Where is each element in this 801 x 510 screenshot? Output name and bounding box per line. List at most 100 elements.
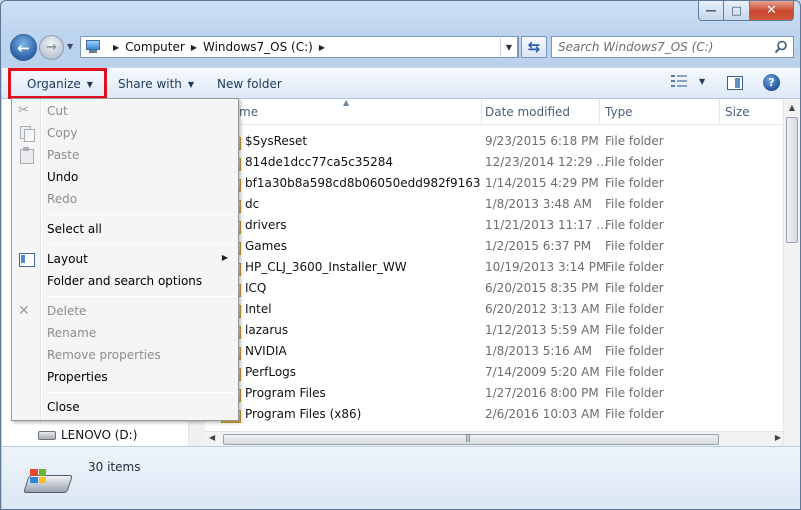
menu-item-remove-properties[interactable]: Remove properties bbox=[12, 344, 238, 366]
submenu-arrow-icon: ▶ bbox=[221, 253, 228, 262]
help-icon: ? bbox=[768, 76, 775, 89]
column-divider[interactable] bbox=[481, 99, 482, 124]
menu-item-copy[interactable]: Copy bbox=[12, 122, 238, 144]
column-header-date-modified[interactable]: Date modified bbox=[485, 105, 570, 119]
table-row[interactable]: NVIDIA 1/8/2013 5:16 AM File folder bbox=[205, 341, 783, 362]
address-history-dropdown[interactable]: ▼ bbox=[500, 36, 518, 58]
menu-item-select-all[interactable]: Select all bbox=[12, 218, 238, 240]
navpane-item-lenovo-d[interactable]: LENOVO (D:) bbox=[38, 428, 137, 442]
table-row[interactable]: HP_CLJ_3600_Installer_WW 10/19/2013 3:14 … bbox=[205, 257, 783, 278]
menu-item-folder-and-search-options[interactable]: Folder and search options bbox=[12, 270, 238, 292]
menu-item-properties[interactable]: Properties bbox=[12, 366, 238, 388]
column-header-size[interactable]: Size bbox=[725, 105, 750, 119]
maximize-button[interactable]: □ bbox=[724, 1, 750, 21]
file-type: File folder bbox=[605, 197, 664, 211]
file-type: File folder bbox=[605, 365, 664, 379]
breadcrumb-drive[interactable]: Windows7_OS (C:) bbox=[203, 40, 313, 54]
change-view-button[interactable]: ▼ bbox=[671, 74, 705, 88]
table-row[interactable]: 814de1dcc77ca5c35284 12/23/2014 12:29 ...… bbox=[205, 152, 783, 173]
paste-icon bbox=[18, 147, 34, 164]
table-row[interactable]: dc 1/8/2013 3:48 AM File folder bbox=[205, 194, 783, 215]
scroll-grip-icon: ||| bbox=[465, 433, 471, 442]
table-row[interactable]: bf1a30b8a598cd8b06050edd982f9163 1/14/201… bbox=[205, 173, 783, 194]
menu-item-layout[interactable]: Layout ▶ bbox=[12, 248, 238, 270]
forward-arrow-icon: → bbox=[46, 40, 57, 55]
file-name: NVIDIA bbox=[245, 344, 287, 358]
chevron-down-icon[interactable]: ▼ bbox=[699, 77, 705, 86]
menu-item-label: Paste bbox=[47, 148, 80, 162]
new-folder-button[interactable]: New folder bbox=[217, 77, 282, 91]
horizontal-scroll-thumb[interactable] bbox=[223, 434, 719, 445]
explorer-window: — □ ✕ ← → ▼ ▶ Computer ▶ Windows7_OS (C:… bbox=[0, 0, 801, 510]
menu-item-cut[interactable]: ✂ Cut bbox=[12, 100, 238, 122]
file-type: File folder bbox=[605, 386, 664, 400]
menu-item-label: Remove properties bbox=[47, 348, 161, 362]
item-count: 30 items bbox=[88, 460, 141, 474]
file-date-modified: 6/20/2012 3:13 AM bbox=[485, 302, 600, 316]
file-list: ▲ me Date modified Type Size $SysReset 9/… bbox=[205, 98, 800, 446]
table-row[interactable]: Intel 6/20/2012 3:13 AM File folder bbox=[205, 299, 783, 320]
preview-pane-button[interactable] bbox=[727, 76, 743, 90]
computer-icon bbox=[85, 40, 101, 54]
menu-item-delete[interactable]: ✕ Delete bbox=[12, 300, 238, 322]
breadcrumb-arrow-icon[interactable]: ▶ bbox=[319, 43, 325, 52]
column-header-row: ▲ me Date modified Type Size bbox=[205, 98, 800, 125]
search-icon[interactable] bbox=[774, 40, 788, 54]
close-button[interactable]: ✕ bbox=[750, 1, 794, 21]
column-divider[interactable] bbox=[719, 99, 720, 124]
file-date-modified: 1/14/2015 4:29 PM bbox=[485, 176, 599, 190]
table-row[interactable]: Program Files 1/27/2016 8:00 PM File folde… bbox=[205, 383, 783, 404]
scroll-left-icon[interactable]: ◀ bbox=[209, 433, 215, 442]
file-type: File folder bbox=[605, 134, 664, 148]
column-header-type[interactable]: Type bbox=[605, 105, 633, 119]
windows-drive-icon bbox=[23, 467, 73, 497]
back-button[interactable]: ← bbox=[10, 34, 37, 61]
menu-item-label: Folder and search options bbox=[47, 274, 203, 288]
vertical-scroll-thumb[interactable] bbox=[786, 117, 798, 243]
menu-item-rename[interactable]: Rename bbox=[12, 322, 238, 344]
column-header-name[interactable]: me bbox=[239, 105, 258, 119]
help-button[interactable]: ? bbox=[763, 74, 780, 91]
menu-item-undo[interactable]: Undo bbox=[12, 166, 238, 188]
sort-ascending-icon: ▲ bbox=[343, 98, 350, 107]
menu-item-label: Redo bbox=[47, 192, 78, 206]
address-bar[interactable]: ▶ Computer ▶ Windows7_OS (C:) ▶ bbox=[80, 36, 519, 58]
vertical-scrollbar[interactable]: ▲ bbox=[783, 99, 800, 446]
menu-item-close[interactable]: Close bbox=[12, 396, 238, 418]
copy-icon bbox=[18, 125, 35, 142]
file-name: lazarus bbox=[245, 323, 289, 337]
table-row[interactable]: $SysReset 9/23/2015 6:18 PM File folder bbox=[205, 131, 783, 152]
file-name: Program Files bbox=[245, 386, 326, 400]
menu-item-label: Rename bbox=[47, 326, 97, 340]
recent-pages-dropdown[interactable]: ▼ bbox=[67, 42, 73, 51]
table-row[interactable]: Program Files (x86) 2/6/2016 10:03 AM File… bbox=[205, 404, 783, 425]
table-row[interactable]: drivers 11/21/2013 11:17 ... File folder bbox=[205, 215, 783, 236]
breadcrumb-arrow-icon[interactable]: ▶ bbox=[191, 43, 197, 52]
table-row[interactable]: ICQ 6/20/2015 8:35 PM File folder bbox=[205, 278, 783, 299]
scroll-up-icon[interactable]: ▲ bbox=[784, 99, 800, 116]
file-name: dc bbox=[245, 197, 260, 211]
file-date-modified: 2/6/2016 10:03 AM bbox=[485, 407, 600, 421]
table-row[interactable]: lazarus 1/12/2013 5:59 AM File folder bbox=[205, 320, 783, 341]
horizontal-scrollbar[interactable]: ◀ ||| ▶ bbox=[205, 431, 783, 446]
column-divider[interactable] bbox=[599, 99, 600, 124]
minimize-button[interactable]: — bbox=[698, 1, 724, 21]
table-row[interactable]: PerfLogs 7/14/2009 5:20 AM File folder bbox=[205, 362, 783, 383]
search-box[interactable] bbox=[551, 36, 794, 58]
menu-item-label: Copy bbox=[47, 126, 78, 140]
file-date-modified: 12/23/2014 12:29 ... bbox=[485, 155, 608, 169]
menu-item-paste[interactable]: Paste bbox=[12, 144, 238, 166]
search-input[interactable] bbox=[558, 40, 768, 54]
share-with-button[interactable]: Share with ▼ bbox=[118, 77, 194, 91]
table-row[interactable]: Games 1/2/2015 6:37 PM File folder bbox=[205, 236, 783, 257]
file-name: HP_CLJ_3600_Installer_WW bbox=[245, 260, 407, 274]
menu-item-label: Properties bbox=[47, 370, 108, 384]
refresh-button[interactable]: ⇆ bbox=[521, 36, 547, 58]
menu-item-redo[interactable]: Redo bbox=[12, 188, 238, 210]
breadcrumb-computer[interactable]: Computer bbox=[125, 40, 185, 54]
file-date-modified: 1/8/2013 5:16 AM bbox=[485, 344, 593, 358]
forward-button[interactable]: → bbox=[39, 35, 64, 60]
file-name: bf1a30b8a598cd8b06050edd982f9163 bbox=[245, 176, 481, 190]
scroll-right-icon[interactable]: ▶ bbox=[775, 433, 781, 442]
breadcrumb-arrow-icon[interactable]: ▶ bbox=[113, 43, 119, 52]
